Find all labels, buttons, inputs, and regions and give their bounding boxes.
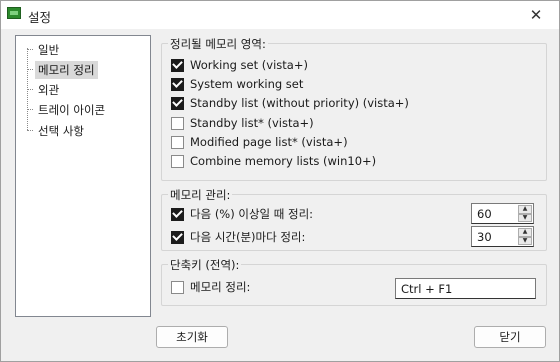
checkbox[interactable] xyxy=(171,154,184,168)
spin-up-icon[interactable]: ▲ xyxy=(518,205,532,214)
close-window-button[interactable]: ✕ xyxy=(513,1,559,29)
tree-item-label: 일반 xyxy=(38,42,60,57)
option-modified-page-list[interactable]: Modified page list* (vista+) xyxy=(171,135,348,149)
tree-item-general[interactable]: 일반 xyxy=(26,40,62,59)
option-label: Modified page list* (vista+) xyxy=(190,135,348,149)
spin-down-icon[interactable]: ▼ xyxy=(518,213,532,222)
checkbox[interactable] xyxy=(171,280,184,294)
hotkey-title: 단축키 (전역): xyxy=(168,257,242,273)
tree-item-label: 메모리 정리 xyxy=(35,60,98,79)
option-combine-memory-lists[interactable]: Combine memory lists (win10+) xyxy=(171,154,376,168)
percent-threshold-option[interactable]: 다음 (%) 이상일 때 정리: xyxy=(171,206,313,222)
option-standby-list-no-priority[interactable]: Standby list (without priority) (vista+) xyxy=(171,96,409,110)
tree-item-appearance[interactable]: 외관 xyxy=(26,80,62,99)
hotkey-group: 단축키 (전역): 메모리 정리: Ctrl + F1 xyxy=(161,257,547,306)
hotkey-input[interactable]: Ctrl + F1 xyxy=(395,278,536,299)
checkbox[interactable] xyxy=(171,116,184,130)
option-label: Standby list (without priority) (vista+) xyxy=(190,96,409,110)
tree-item-memory-clean[interactable]: 메모리 정리 xyxy=(26,60,98,79)
settings-tree[interactable]: 일반 메모리 정리 외관 트레이 아이콘 선택 사항 xyxy=(15,35,151,317)
tree-item-label: 외관 xyxy=(38,82,60,97)
tree-item-label: 선택 사항 xyxy=(38,123,84,138)
checkbox[interactable] xyxy=(171,230,184,244)
tree-item-tray-icon[interactable]: 트레이 아이콘 xyxy=(26,100,108,119)
memory-management-group: 메모리 관리: 다음 (%) 이상일 때 정리: 60 ▲ ▼ 다음 시간(분)… xyxy=(161,187,547,251)
option-working-set[interactable]: Working set (vista+) xyxy=(171,58,308,72)
reset-button[interactable]: 초기화 xyxy=(156,326,228,348)
option-standby-list[interactable]: Standby list* (vista+) xyxy=(171,116,314,130)
hotkey-option[interactable]: 메모리 정리: xyxy=(171,279,250,295)
memory-area-group: 정리될 메모리 영역: Working set (vista+) System … xyxy=(161,36,547,181)
hotkey-label: 메모리 정리: xyxy=(190,280,251,294)
option-label: Combine memory lists (win10+) xyxy=(190,154,377,168)
tree-item-label: 트레이 아이콘 xyxy=(38,102,106,117)
option-label: Standby list* (vista+) xyxy=(190,116,314,130)
interval-value: 30 xyxy=(477,230,492,244)
close-button[interactable]: 닫기 xyxy=(474,326,546,348)
interval-option[interactable]: 다음 시간(분)마다 정리: xyxy=(171,229,305,245)
spin-down-icon[interactable]: ▼ xyxy=(518,236,532,245)
checkbox[interactable] xyxy=(171,58,184,72)
option-label: Working set (vista+) xyxy=(190,58,308,72)
interval-label: 다음 시간(분)마다 정리: xyxy=(190,230,306,244)
option-system-working-set[interactable]: System working set xyxy=(171,77,303,91)
title-bar: 설정 ✕ xyxy=(1,1,559,29)
option-label: System working set xyxy=(190,77,304,91)
spin-up-icon[interactable]: ▲ xyxy=(518,228,532,237)
interval-spinner[interactable]: 30 ▲ ▼ xyxy=(471,226,534,247)
checkbox[interactable] xyxy=(171,135,184,149)
checkbox[interactable] xyxy=(171,207,184,221)
settings-window: 설정 ✕ 일반 메모리 정리 외관 트레이 아이콘 선택 사항 정리될 메모리 … xyxy=(0,0,560,362)
hotkey-value: Ctrl + F1 xyxy=(401,282,453,296)
percent-threshold-spinner[interactable]: 60 ▲ ▼ xyxy=(471,203,534,224)
window-title: 설정 xyxy=(28,10,52,25)
percent-threshold-label: 다음 (%) 이상일 때 정리: xyxy=(190,207,314,221)
percent-threshold-value: 60 xyxy=(477,207,492,221)
memory-management-title: 메모리 관리: xyxy=(168,187,233,203)
tree-item-options[interactable]: 선택 사항 xyxy=(26,121,87,140)
checkbox[interactable] xyxy=(171,77,184,91)
memory-area-title: 정리될 메모리 영역: xyxy=(168,36,268,52)
app-icon xyxy=(7,7,21,19)
checkbox[interactable] xyxy=(171,96,184,110)
